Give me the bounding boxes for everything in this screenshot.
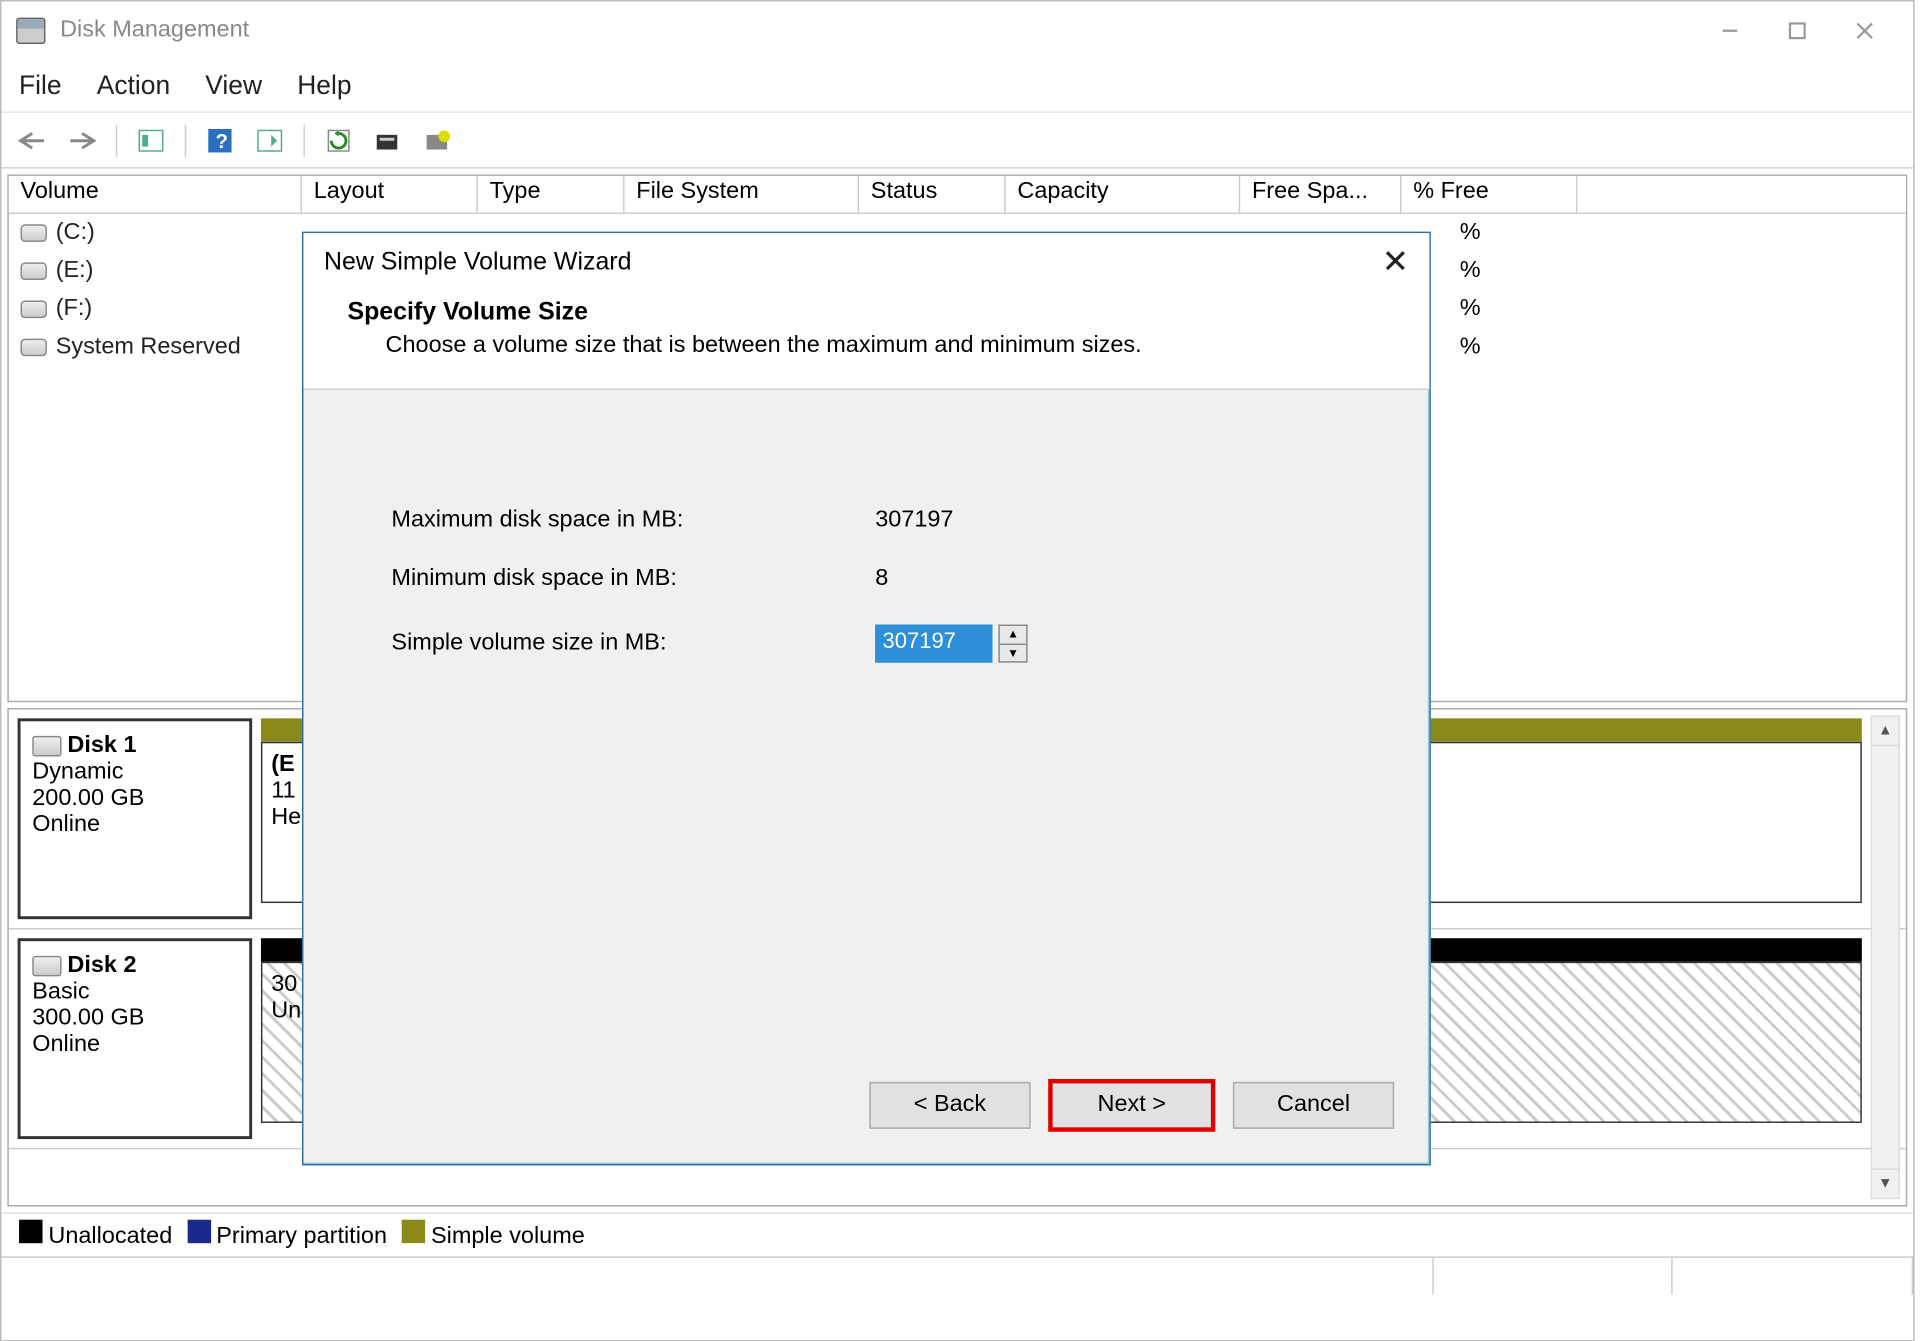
dialog-header: Specify Volume Size Choose a volume size…	[303, 292, 1429, 390]
menu-help[interactable]: Help	[297, 70, 351, 101]
drive-icon	[21, 262, 47, 280]
help-icon[interactable]: ?	[201, 122, 239, 157]
volume-size-input[interactable]: 307197	[875, 625, 992, 663]
rescan-icon[interactable]	[369, 122, 407, 157]
col-layout[interactable]: Layout	[302, 176, 478, 213]
svg-text:?: ?	[216, 129, 229, 151]
volume-size-label: Simple volume size in MB:	[391, 630, 875, 656]
menubar: File Action View Help	[1, 60, 1913, 113]
drive-icon	[21, 224, 47, 242]
app-icon	[16, 18, 45, 44]
menu-file[interactable]: File	[19, 70, 62, 101]
view-icon[interactable]	[251, 122, 289, 157]
volume-label: (E:)	[56, 258, 94, 284]
maximize-button[interactable]	[1764, 9, 1831, 53]
menu-view[interactable]: View	[205, 70, 262, 101]
dialog-body: Maximum disk space in MB: 307197 Minimum…	[303, 390, 1429, 812]
spin-up-icon[interactable]: ▲	[1000, 626, 1026, 644]
settings-icon[interactable]	[419, 122, 457, 157]
disk-size: 300.00 GB	[32, 1006, 237, 1032]
volume-label: (F:)	[56, 296, 92, 322]
titlebar: Disk Management	[1, 1, 1913, 60]
min-space-label: Minimum disk space in MB:	[391, 566, 875, 592]
forward-icon[interactable]	[63, 122, 101, 157]
volume-label: System Reserved	[56, 334, 241, 360]
disk-type: Dynamic	[32, 759, 237, 785]
legend-unallocated: Unallocated	[48, 1224, 172, 1249]
max-space-value: 307197	[875, 507, 953, 533]
disk-icon	[32, 955, 61, 976]
vertical-scrollbar[interactable]: ▲ ▼	[1871, 715, 1900, 1199]
new-simple-volume-wizard-dialog: New Simple Volume Wizard ✕ Specify Volum…	[302, 232, 1431, 1166]
window-title: Disk Management	[60, 18, 249, 44]
disk-size: 200.00 GB	[32, 786, 237, 812]
pct-free-cell: %	[1460, 334, 1481, 372]
column-headers: Volume Layout Type File System Status Ca…	[9, 176, 1906, 214]
dialog-buttons: < Back Next > Cancel	[869, 1082, 1394, 1129]
disk-name: Disk 2	[67, 953, 136, 978]
spin-buttons: ▲ ▼	[998, 625, 1027, 663]
back-icon[interactable]	[13, 122, 51, 157]
refresh-icon[interactable]	[320, 122, 358, 157]
col-volume[interactable]: Volume	[9, 176, 302, 213]
next-button[interactable]: Next >	[1051, 1082, 1212, 1129]
scroll-up-icon[interactable]: ▲	[1872, 717, 1898, 746]
disk-icon	[32, 736, 61, 757]
legend-primary: Primary partition	[216, 1224, 387, 1249]
dialog-close-button[interactable]: ✕	[1382, 243, 1409, 281]
legend-simple: Simple volume	[431, 1224, 585, 1249]
max-space-label: Maximum disk space in MB:	[391, 507, 875, 533]
disk-management-window: Disk Management File Action View Help ? …	[0, 0, 1915, 1341]
legend: Unallocated Primary partition Simple vol…	[1, 1212, 1913, 1256]
drive-icon	[21, 339, 47, 357]
volume-label: (C:)	[56, 220, 95, 246]
close-button[interactable]	[1831, 9, 1898, 53]
cancel-button[interactable]: Cancel	[1233, 1082, 1394, 1129]
toolbar: ?	[1, 113, 1913, 169]
legend-swatch-unallocated	[19, 1220, 42, 1243]
min-space-value: 8	[875, 566, 888, 592]
spin-down-icon[interactable]: ▼	[1000, 644, 1026, 661]
disk-type: Basic	[32, 979, 237, 1005]
disk-info[interactable]: Disk 1 Dynamic 200.00 GB Online	[18, 718, 253, 919]
col-pctfree[interactable]: % Free	[1401, 176, 1577, 213]
properties-icon[interactable]	[132, 122, 170, 157]
legend-swatch-simple	[402, 1220, 425, 1243]
dialog-title: New Simple Volume Wizard	[324, 248, 631, 277]
disk-name: Disk 1	[67, 733, 136, 758]
col-capacity[interactable]: Capacity	[1006, 176, 1241, 213]
disk-status: Online	[32, 1032, 237, 1058]
col-freespace[interactable]: Free Spa...	[1240, 176, 1401, 213]
col-status[interactable]: Status	[859, 176, 1006, 213]
menu-action[interactable]: Action	[97, 70, 170, 101]
scroll-down-icon[interactable]: ▼	[1872, 1168, 1898, 1197]
disk-status: Online	[32, 812, 237, 838]
dialog-heading: Specify Volume Size	[347, 298, 1385, 327]
col-type[interactable]: Type	[478, 176, 625, 213]
col-filesystem[interactable]: File System	[625, 176, 860, 213]
status-bar	[1, 1256, 1913, 1294]
legend-swatch-primary	[187, 1220, 210, 1243]
pct-free-cell: %	[1460, 220, 1481, 258]
back-button[interactable]: < Back	[869, 1082, 1030, 1129]
pct-free-cell: %	[1460, 258, 1481, 296]
disk-info[interactable]: Disk 2 Basic 300.00 GB Online	[18, 938, 253, 1139]
drive-icon	[21, 301, 47, 319]
pct-free-cell: %	[1460, 296, 1481, 334]
minimize-button[interactable]	[1696, 9, 1763, 53]
dialog-titlebar: New Simple Volume Wizard ✕	[303, 233, 1429, 292]
dialog-subheading: Choose a volume size that is between the…	[386, 333, 1386, 359]
